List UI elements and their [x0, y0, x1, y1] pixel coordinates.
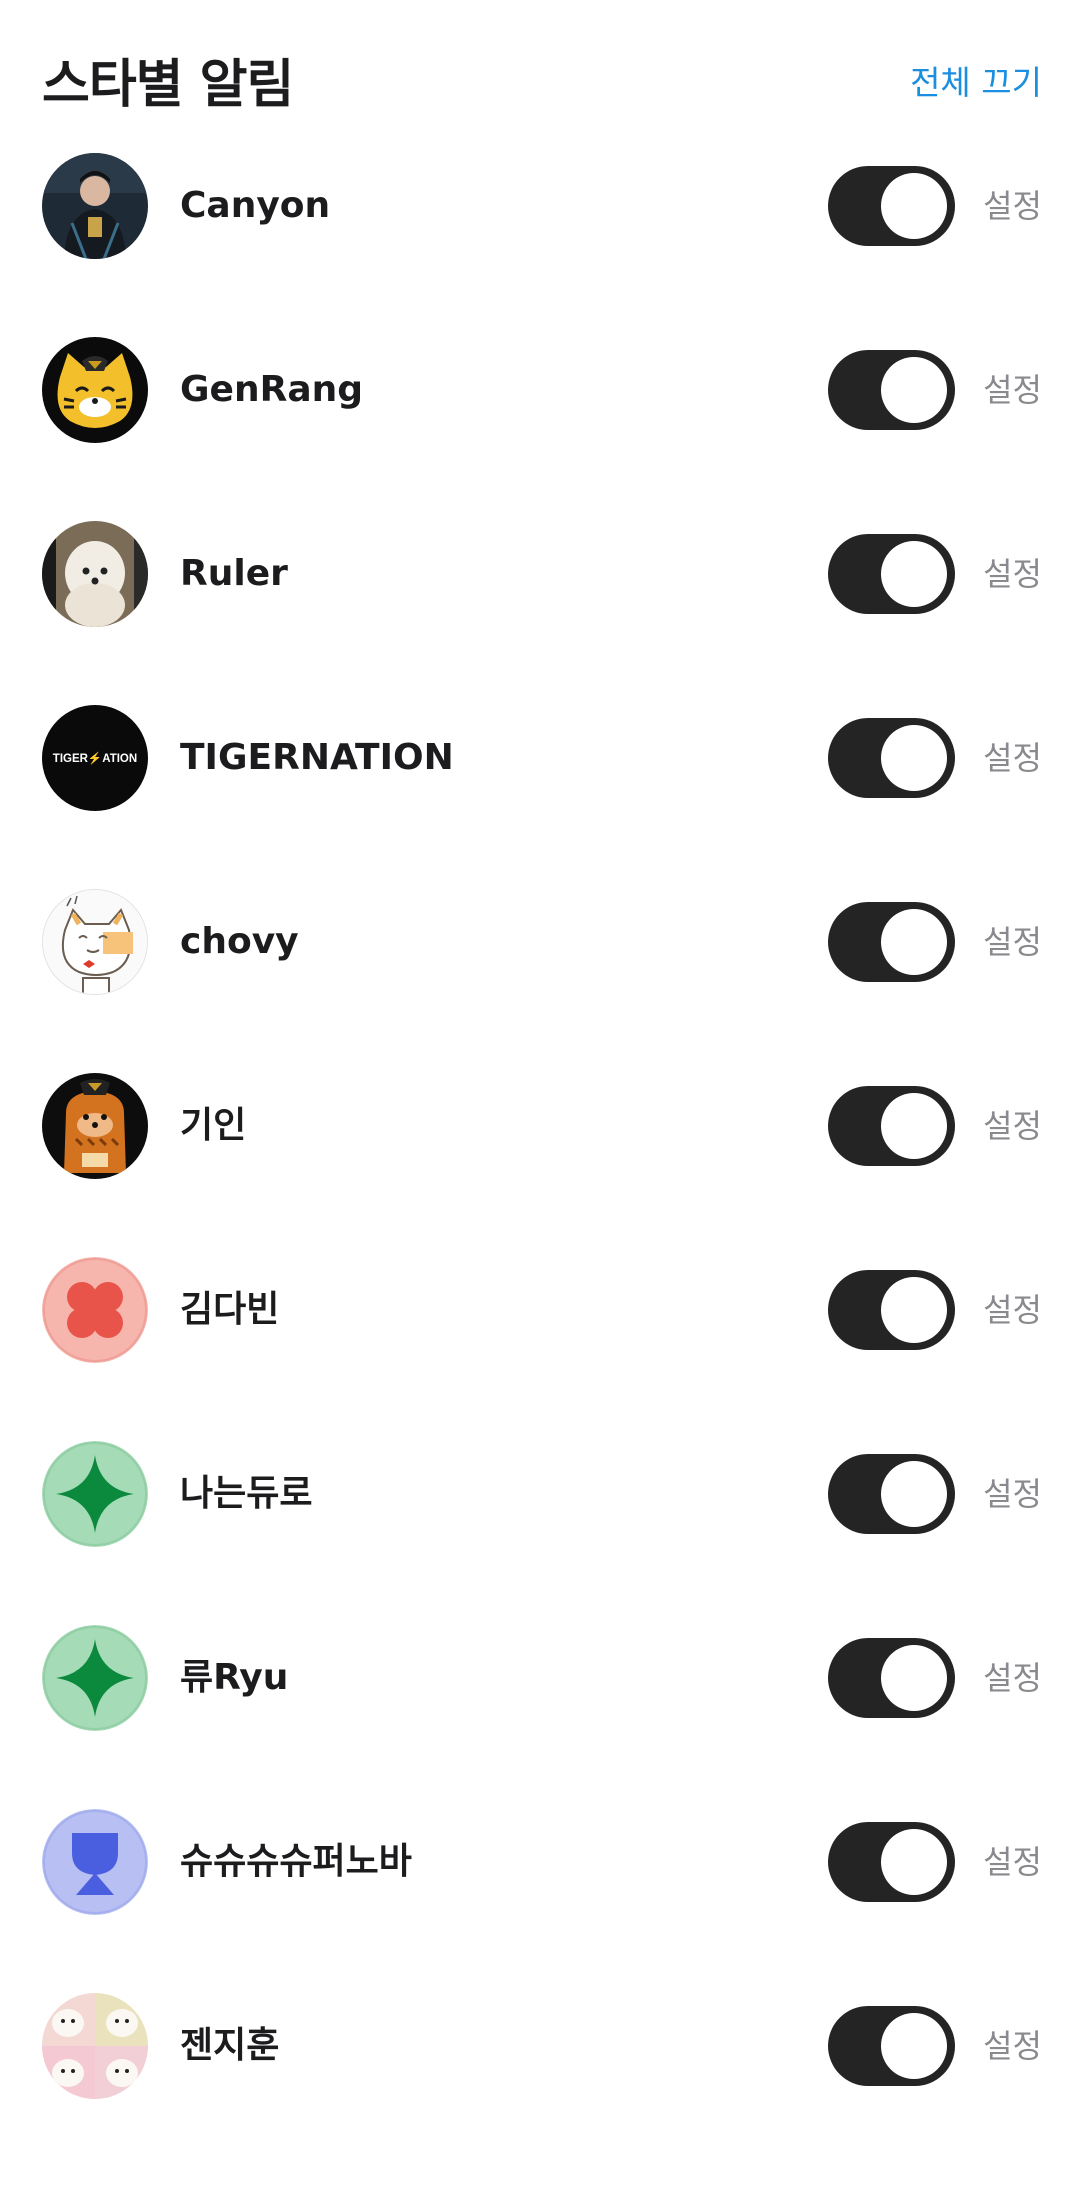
toggle-knob: [881, 725, 947, 791]
page-title: 스타별 알림: [42, 55, 294, 115]
star-name: 슈슈슈슈퍼노바: [180, 1841, 412, 1882]
star-name: chovy: [180, 921, 299, 962]
list-item: TIGER⚡ATION TIGERNATION 설정: [0, 702, 1080, 886]
list-item: 나는듀로 설정: [0, 1438, 1080, 1622]
alert-toggle[interactable]: [828, 2006, 955, 2086]
list-item: chovy 설정: [0, 886, 1080, 1070]
star-name: 젠지훈: [180, 2025, 280, 2066]
toggle-knob: [881, 1093, 947, 1159]
dog-photo-avatar[interactable]: [42, 521, 148, 627]
setting-button[interactable]: 설정: [983, 1806, 1042, 1918]
star-name: 나는듀로: [180, 1473, 313, 1514]
list-item: 젠지훈 설정: [0, 1990, 1080, 2174]
alert-toggle[interactable]: [828, 1270, 955, 1350]
toggle-knob: [881, 1277, 947, 1343]
setting-button[interactable]: 설정: [983, 1438, 1042, 1550]
blue-trophy-avatar[interactable]: [42, 1809, 148, 1915]
tigernation-logo-avatar[interactable]: TIGER⚡ATION: [42, 705, 148, 811]
list-item: Ruler 설정: [0, 518, 1080, 702]
toggle-knob: [881, 2013, 947, 2079]
setting-button[interactable]: 설정: [983, 1622, 1042, 1734]
setting-button[interactable]: 설정: [983, 334, 1042, 446]
green-sparkle-avatar[interactable]: [42, 1625, 148, 1731]
cat-drawing-avatar[interactable]: [42, 889, 148, 995]
toggle-knob: [881, 1461, 947, 1527]
star-name: GenRang: [180, 369, 364, 410]
tigernation-logo-text: TIGER⚡ATION: [53, 751, 137, 765]
toggle-knob: [881, 357, 947, 423]
alert-toggle[interactable]: [828, 902, 955, 982]
setting-button[interactable]: 설정: [983, 1070, 1042, 1182]
dog-collage-avatar[interactable]: [42, 1993, 148, 2099]
toggle-knob: [881, 173, 947, 239]
alert-toggle[interactable]: [828, 1638, 955, 1718]
alert-toggle[interactable]: [828, 1822, 955, 1902]
header: 스타별 알림 전체 끄기: [0, 0, 1080, 150]
photo-avatar[interactable]: [42, 153, 148, 259]
star-name: TIGERNATION: [180, 737, 454, 778]
setting-button[interactable]: 설정: [983, 1990, 1042, 2102]
red-clover-avatar[interactable]: [42, 1257, 148, 1363]
tiger-plush-avatar[interactable]: [42, 1073, 148, 1179]
setting-button[interactable]: 설정: [983, 886, 1042, 998]
star-name: 기인: [180, 1105, 247, 1146]
alert-toggle[interactable]: [828, 1086, 955, 1166]
toggle-knob: [881, 1645, 947, 1711]
setting-button[interactable]: 설정: [983, 702, 1042, 814]
setting-button[interactable]: 설정: [983, 1254, 1042, 1366]
setting-button[interactable]: 설정: [983, 518, 1042, 630]
tiger-mascot-avatar[interactable]: [42, 337, 148, 443]
star-name: 류Ryu: [180, 1657, 289, 1698]
star-name: Canyon: [180, 185, 331, 226]
alert-toggle[interactable]: [828, 166, 955, 246]
list-item: 기인 설정: [0, 1070, 1080, 1254]
alert-toggle[interactable]: [828, 718, 955, 798]
star-alert-list: Canyon 설정 GenRang 설정 Ruler 설정 TIGER⚡ATIO…: [0, 150, 1080, 2174]
alert-toggle[interactable]: [828, 1454, 955, 1534]
toggle-knob: [881, 909, 947, 975]
alert-toggle[interactable]: [828, 534, 955, 614]
setting-button[interactable]: 설정: [983, 150, 1042, 262]
list-item: 김다빈 설정: [0, 1254, 1080, 1438]
clover-icon: [67, 1282, 123, 1338]
toggle-knob: [881, 541, 947, 607]
turn-all-off-button[interactable]: 전체 끄기: [910, 56, 1042, 104]
star-name: 김다빈: [180, 1289, 280, 1330]
list-item: Canyon 설정: [0, 150, 1080, 334]
green-sparkle-avatar[interactable]: [42, 1441, 148, 1547]
star-name: Ruler: [180, 553, 288, 594]
list-item: 류Ryu 설정: [0, 1622, 1080, 1806]
list-item: 슈슈슈슈퍼노바 설정: [0, 1806, 1080, 1990]
list-item: GenRang 설정: [0, 334, 1080, 518]
toggle-knob: [881, 1829, 947, 1895]
alert-toggle[interactable]: [828, 350, 955, 430]
